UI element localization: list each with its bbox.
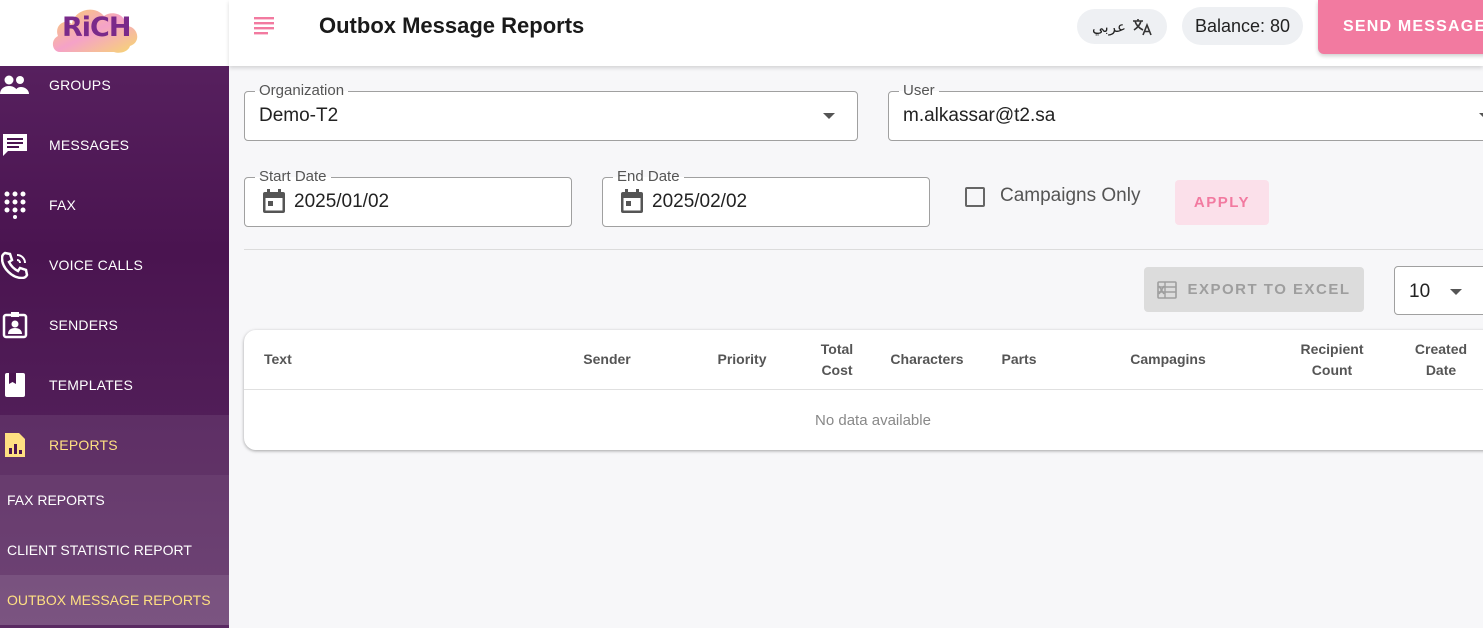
column-header-campaigns[interactable]: Campagins: [1118, 330, 1218, 389]
organization-select[interactable]: Organization Demo-T2: [244, 83, 858, 141]
sidebar-subitem-fax-reports[interactable]: FAX REPORTS: [0, 475, 229, 525]
outbox-report-table: Text Sender Priority Total Cost Characte…: [244, 330, 1483, 450]
groups-icon: [0, 70, 30, 100]
sidebar-nav: GROUPS MESSAGES FAX VOICE CALLS SENDERS: [0, 55, 229, 625]
translate-icon: [1132, 18, 1152, 35]
organization-value: Demo-T2: [259, 105, 339, 126]
start-date-label: Start Date: [255, 169, 331, 185]
column-header-priority[interactable]: Priority: [702, 330, 782, 389]
dialpad-icon: [0, 190, 30, 220]
empty-state-text: No data available: [815, 411, 931, 429]
sidebar-item-label: REPORTS: [49, 437, 118, 453]
message-icon: [0, 130, 30, 160]
sidebar-subitem-label: OUTBOX MESSAGE REPORTS: [7, 592, 211, 608]
page-title: Outbox Message Reports: [319, 13, 585, 38]
apply-button[interactable]: APPLY: [1175, 180, 1269, 225]
sidebar-item-senders[interactable]: SENDERS: [0, 295, 229, 355]
dropdown-arrow-icon: [1450, 289, 1462, 295]
start-date-field[interactable]: Start Date 2025/01/02: [244, 169, 572, 227]
sidebar-subitem-outbox-message-reports[interactable]: OUTBOX MESSAGE REPORTS: [0, 575, 229, 625]
sidebar-item-label: GROUPS: [49, 77, 111, 93]
sidebar-item-reports[interactable]: REPORTS: [0, 415, 229, 475]
user-value: m.alkassar@t2.sa: [903, 105, 1056, 126]
organization-label: Organization: [255, 83, 349, 99]
campaigns-only-checkbox[interactable]: [965, 187, 985, 207]
column-header-parts[interactable]: Parts: [989, 330, 1049, 389]
phone-icon: [0, 250, 30, 280]
sidebar: GROUPS MESSAGES FAX VOICE CALLS SENDERS: [0, 0, 229, 628]
sidebar-item-label: SENDERS: [49, 317, 119, 333]
sidebar-subitem-client-statistic-report[interactable]: CLIENT STATISTIC REPORT: [0, 525, 229, 575]
badge-icon: [0, 310, 30, 340]
column-header-characters[interactable]: Characters: [882, 330, 972, 389]
start-date-value: 2025/01/02: [294, 191, 390, 212]
column-header-sender[interactable]: Sender: [567, 330, 647, 389]
sidebar-subitem-label: CLIENT STATISTIC REPORT: [7, 542, 192, 558]
campaigns-only-label: Campaigns Only: [1000, 185, 1141, 206]
language-toggle-button[interactable]: عربي: [1077, 9, 1167, 44]
excel-icon: [1157, 280, 1178, 299]
dropdown-arrow-icon: [823, 113, 835, 119]
calendar-icon[interactable]: [262, 188, 286, 214]
calendar-icon[interactable]: [620, 188, 644, 214]
sidebar-item-fax[interactable]: FAX: [0, 175, 229, 235]
sidebar-item-label: VOICE CALLS: [49, 257, 144, 273]
sidebar-item-messages[interactable]: MESSAGES: [0, 115, 229, 175]
report-chart-icon: [0, 430, 30, 460]
export-label: EXPORT TO EXCEL: [1187, 281, 1351, 298]
language-label: عربي: [1092, 18, 1126, 36]
column-header-recipient-count[interactable]: Recipient Count: [1292, 330, 1372, 389]
end-date-value: 2025/02/02: [652, 191, 748, 212]
end-date-label: End Date: [613, 169, 684, 185]
logo-area: RiCH: [0, 0, 229, 66]
dropdown-arrow-icon: [1479, 113, 1483, 119]
sidebar-item-label: TEMPLATES: [49, 377, 134, 393]
rows-per-page-value: 10: [1409, 281, 1431, 302]
sidebar-subitem-label: FAX REPORTS: [7, 492, 105, 508]
column-header-created-date[interactable]: Created Date: [1406, 330, 1476, 389]
sidebar-item-label: MESSAGES: [49, 137, 130, 153]
bookmark-book-icon: [0, 370, 30, 400]
export-to-excel-button[interactable]: EXPORT TO EXCEL: [1144, 267, 1364, 312]
balance-chip: Balance: 80: [1182, 7, 1303, 45]
menu-icon[interactable]: [254, 17, 276, 35]
user-select[interactable]: User m.alkassar@t2.sa: [888, 83, 1483, 141]
top-header: Outbox Message Reports عربي Balance: 80 …: [229, 0, 1483, 66]
rows-per-page-select[interactable]: 10: [1394, 266, 1483, 315]
end-date-field[interactable]: End Date 2025/02/02: [602, 169, 930, 227]
section-divider: [244, 249, 1483, 250]
send-message-button[interactable]: SEND MESSAGE: [1318, 0, 1483, 54]
logo-text: RiCH: [62, 12, 131, 43]
sidebar-item-voice-calls[interactable]: VOICE CALLS: [0, 235, 229, 295]
column-header-total-cost[interactable]: Total Cost: [807, 330, 867, 389]
sidebar-item-templates[interactable]: TEMPLATES: [0, 355, 229, 415]
user-label: User: [899, 83, 939, 99]
sidebar-item-label: FAX: [49, 197, 77, 213]
column-header-text[interactable]: Text: [264, 330, 344, 389]
